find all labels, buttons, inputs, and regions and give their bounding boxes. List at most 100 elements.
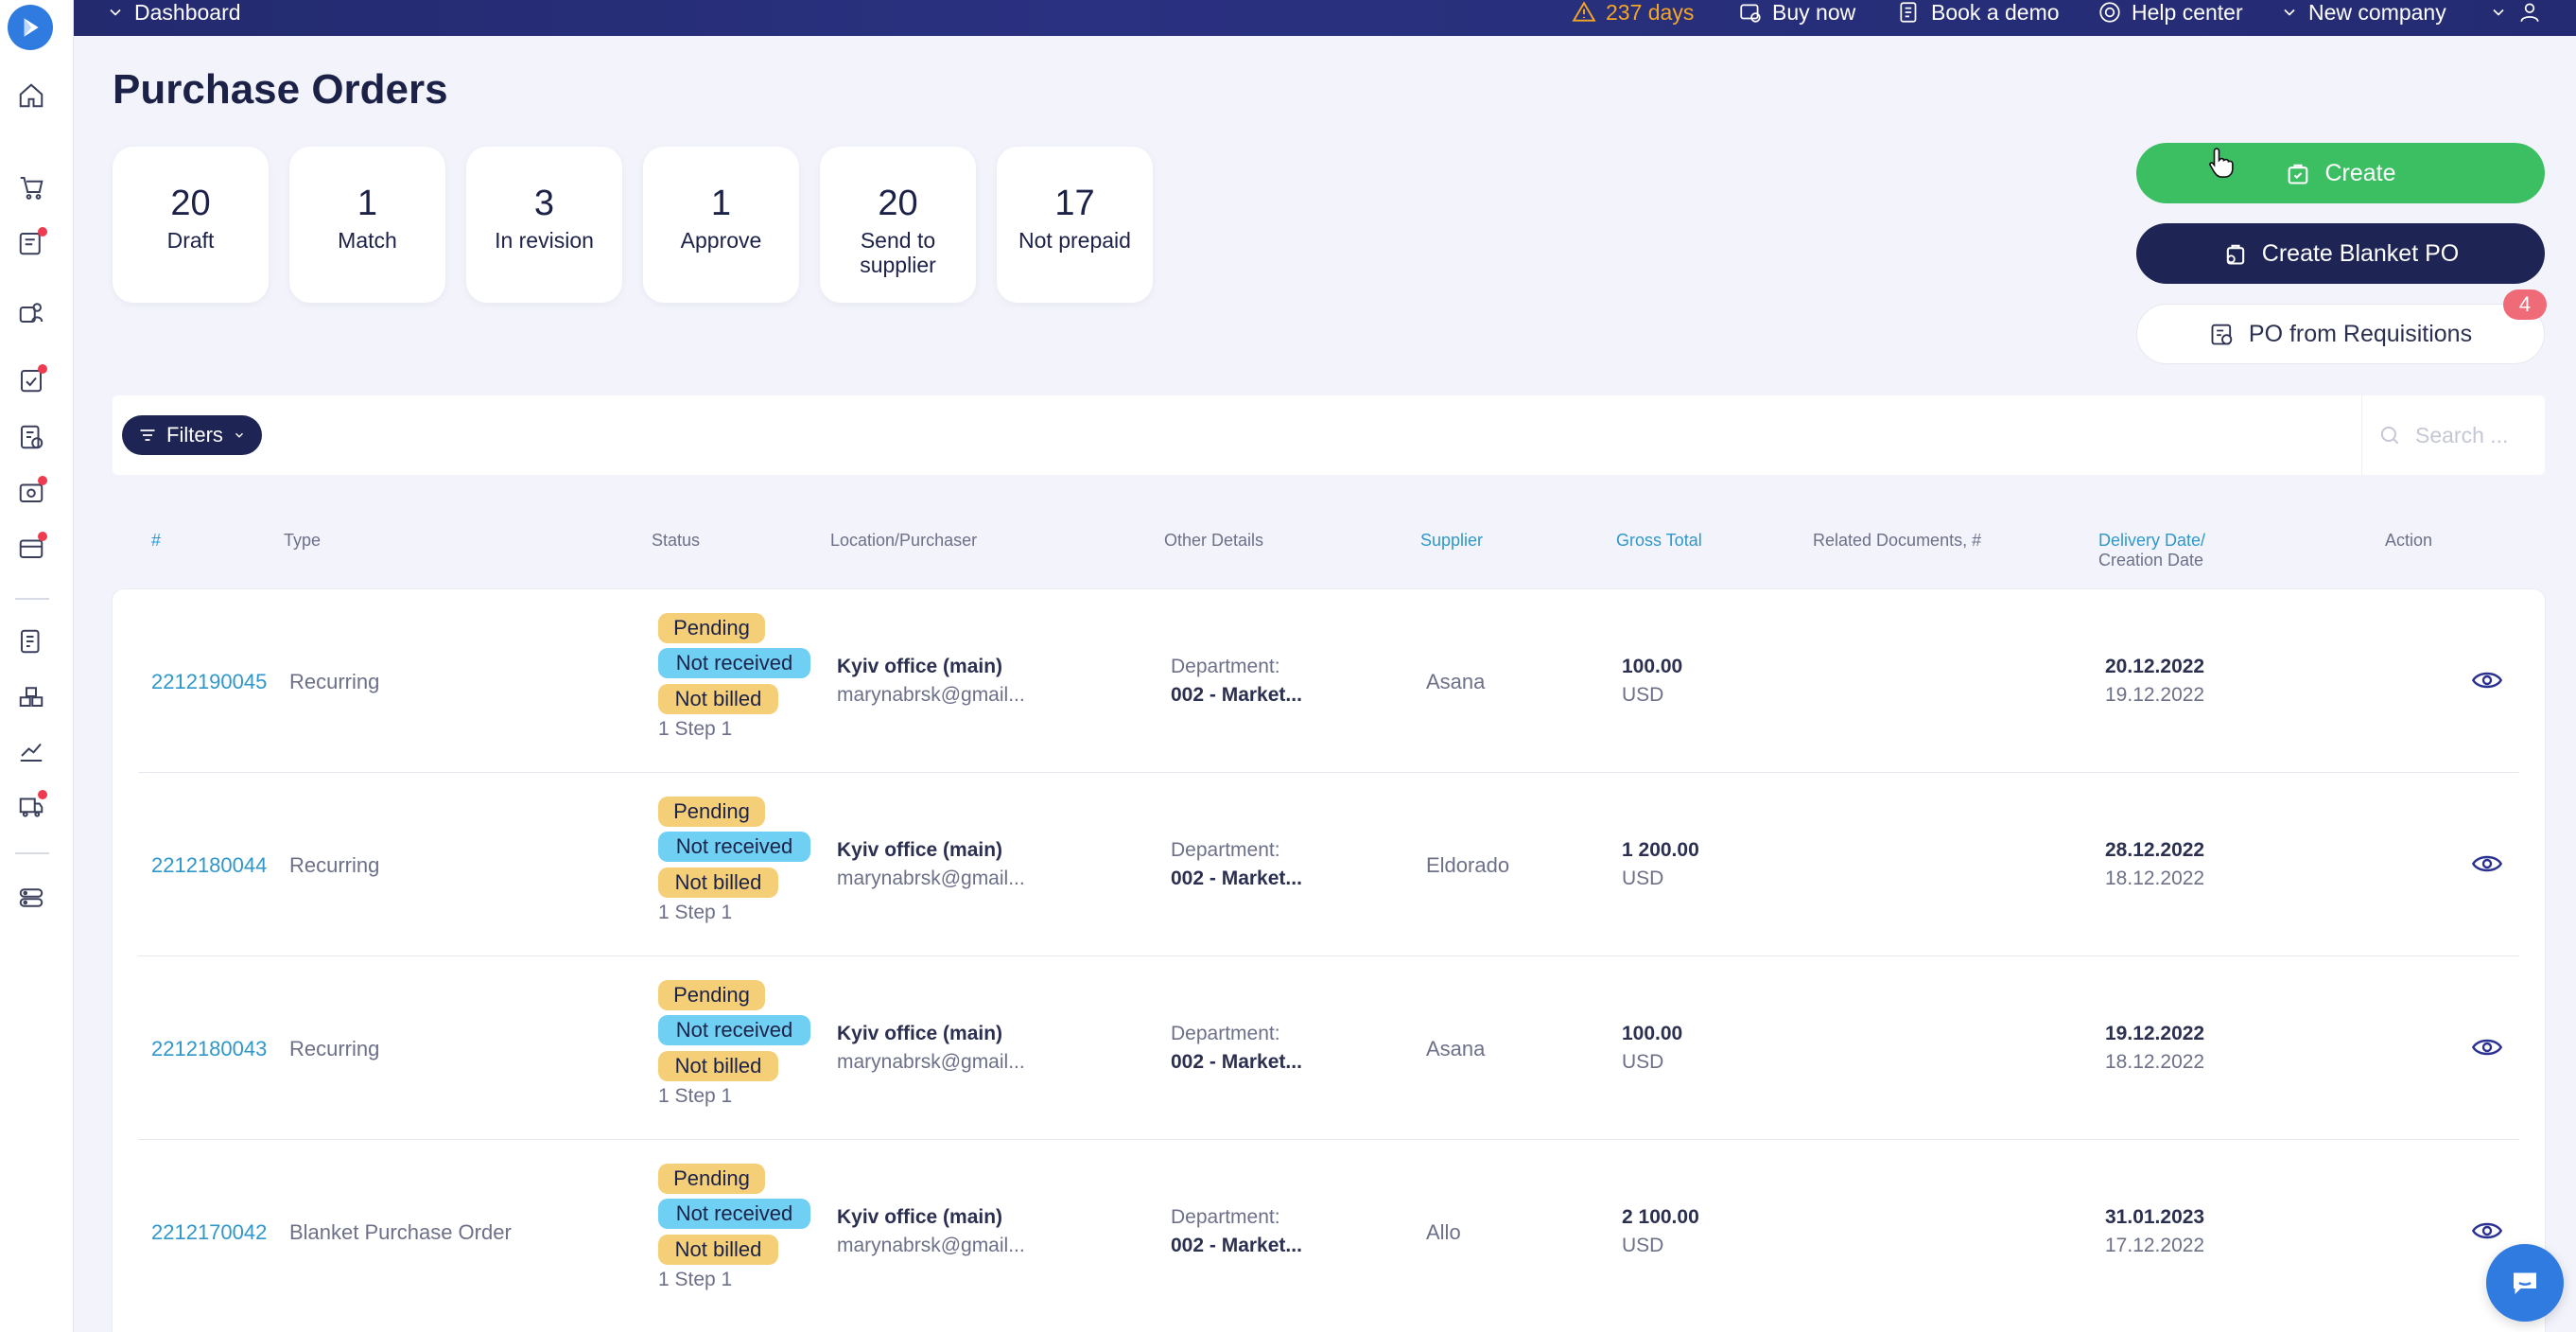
buy-now-link[interactable]: Buy now <box>1738 0 1855 25</box>
cart-icon <box>1740 4 1761 23</box>
location: Kyiv office (main) <box>837 1023 1003 1044</box>
stat-card-match[interactable]: 1 Match <box>289 147 445 303</box>
gross-amount: 1 200.00 <box>1622 839 1699 861</box>
approval-step: 1 Step 1 <box>658 1269 733 1290</box>
receiving-icon[interactable] <box>15 476 47 508</box>
purchase-orders-table: 2212190045 Recurring Pending Not receive… <box>113 589 2545 1332</box>
filters-label: Filters <box>166 423 223 447</box>
status-badge-not-billed: Not billed <box>658 1051 778 1081</box>
stat-label: Draft <box>166 228 215 253</box>
stat-value: 20 <box>878 184 918 223</box>
delivery-date: 19.12.2022 <box>2105 1023 2205 1044</box>
trial-days-indicator[interactable]: 237 days <box>1572 0 1694 25</box>
supplier: Eldorado <box>1426 853 1510 877</box>
po-number-link[interactable]: 2212170042 <box>151 1220 267 1245</box>
column-header-status: Status <box>652 531 701 550</box>
status-badge-not-received: Not received <box>658 648 810 678</box>
dashboard-label: Dashboard <box>134 0 241 25</box>
bag-icon <box>2289 164 2308 184</box>
column-header-type: Type <box>284 531 322 550</box>
requisition-icon <box>2211 324 2233 345</box>
chat-widget-button[interactable] <box>2486 1244 2564 1322</box>
creation-date: 18.12.2022 <box>2105 1051 2205 1073</box>
department-value: 002 - Market... <box>1171 1051 1302 1073</box>
po-type: Recurring <box>289 1037 380 1060</box>
currency: USD <box>1622 868 1664 889</box>
creation-date: 19.12.2022 <box>2105 684 2205 706</box>
sidebar <box>0 0 74 1332</box>
chevron-down-icon <box>235 432 243 438</box>
inventory-icon[interactable] <box>15 680 47 712</box>
stat-value: 20 <box>170 184 211 223</box>
approvals-icon[interactable] <box>15 364 47 396</box>
sidebar-divider <box>15 598 49 600</box>
filter-icon <box>140 429 155 441</box>
notification-dot <box>38 790 47 799</box>
table-row[interactable]: 2212190045 Recurring Pending Not receive… <box>113 589 2545 773</box>
stat-card-in-revision[interactable]: 3 In revision <box>466 147 622 303</box>
stat-card-approve[interactable]: 1 Approve <box>643 147 799 303</box>
stat-card-send-to-supplier[interactable]: 20 Send to supplier <box>820 147 976 303</box>
view-eye-icon[interactable] <box>2472 669 2502 692</box>
table-row[interactable]: 2212170042 Blanket Purchase Order Pendin… <box>113 1140 2545 1323</box>
status-badge-not-received: Not received <box>658 1015 810 1045</box>
dashboard-nav[interactable]: Dashboard <box>106 0 241 25</box>
bag-lock-icon <box>2226 244 2244 265</box>
search-box <box>2361 395 2545 475</box>
app-logo[interactable] <box>8 5 53 50</box>
delivery-icon[interactable] <box>15 790 47 822</box>
column-header-id[interactable]: # <box>151 531 161 551</box>
stat-card-not-prepaid[interactable]: 17 Not prepaid <box>997 147 1153 303</box>
location: Kyiv office (main) <box>837 839 1003 861</box>
settings-icon[interactable] <box>15 882 47 914</box>
top-bar: Dashboard 237 days Buy now Book a demo H… <box>74 0 2576 36</box>
purchase-requests-icon[interactable] <box>15 171 47 203</box>
user-menu[interactable] <box>2489 0 2542 25</box>
invoices-icon[interactable] <box>15 421 47 453</box>
table-row[interactable]: 2212180043 Recurring Pending Not receive… <box>113 956 2545 1140</box>
calendar-icon <box>1900 2 1917 23</box>
chevron-down-icon <box>2493 9 2504 16</box>
create-button[interactable]: Create <box>2136 143 2545 203</box>
view-eye-icon[interactable] <box>2472 1036 2502 1059</box>
gross-amount: 100.00 <box>1622 1023 1683 1044</box>
status-badge-not-received: Not received <box>658 832 810 862</box>
po-from-requisitions-label: PO from Requisitions <box>2248 320 2473 347</box>
status-badge-pending: Pending <box>658 980 765 1010</box>
filter-bar: Filters <box>113 395 2545 475</box>
chat-icon <box>2514 1272 2536 1294</box>
stat-card-draft[interactable]: 20 Draft <box>113 147 269 303</box>
create-blanket-po-button[interactable]: Create Blanket PO <box>2136 223 2545 284</box>
company-selector[interactable]: New company <box>2280 0 2446 25</box>
trial-days-label: 237 days <box>1606 0 1695 25</box>
payments-icon[interactable] <box>15 532 47 564</box>
purchaser: marynabrsk@gmail... <box>837 1051 1025 1073</box>
book-demo-link[interactable]: Book a demo <box>1897 0 2060 25</box>
department-label: Department: <box>1171 656 1280 677</box>
po-type: Recurring <box>289 670 380 693</box>
view-eye-icon[interactable] <box>2472 1219 2502 1242</box>
lifebuoy-icon <box>2099 2 2120 23</box>
purchaser: marynabrsk@gmail... <box>837 684 1025 706</box>
status-badge-pending: Pending <box>658 797 765 827</box>
filters-button[interactable]: Filters <box>122 415 262 455</box>
column-header-delivery-date[interactable]: Delivery Date/ Creation Date <box>2098 531 2205 570</box>
currency: USD <box>1622 1235 1664 1256</box>
help-center-link[interactable]: Help center <box>2097 0 2243 25</box>
column-header-supplier[interactable]: Supplier <box>1420 531 1483 551</box>
home-icon[interactable] <box>15 79 47 112</box>
column-header-gross-total[interactable]: Gross Total <box>1616 531 1702 551</box>
budgets-icon[interactable] <box>15 625 47 657</box>
stat-value: 3 <box>533 184 555 223</box>
po-from-requisitions-button[interactable]: PO from Requisitions <box>2136 304 2545 364</box>
stat-value: 1 <box>710 184 732 223</box>
analytics-icon[interactable] <box>15 735 47 767</box>
table-row[interactable]: 2212180044 Recurring Pending Not receive… <box>113 773 2545 956</box>
po-number-link[interactable]: 2212180043 <box>151 1037 267 1061</box>
po-number-link[interactable]: 2212180044 <box>151 853 267 878</box>
suppliers-icon[interactable] <box>15 296 47 328</box>
search-input[interactable] <box>2415 422 2538 448</box>
po-number-link[interactable]: 2212190045 <box>151 670 267 694</box>
purchase-orders-icon[interactable] <box>15 227 47 259</box>
view-eye-icon[interactable] <box>2472 852 2502 875</box>
